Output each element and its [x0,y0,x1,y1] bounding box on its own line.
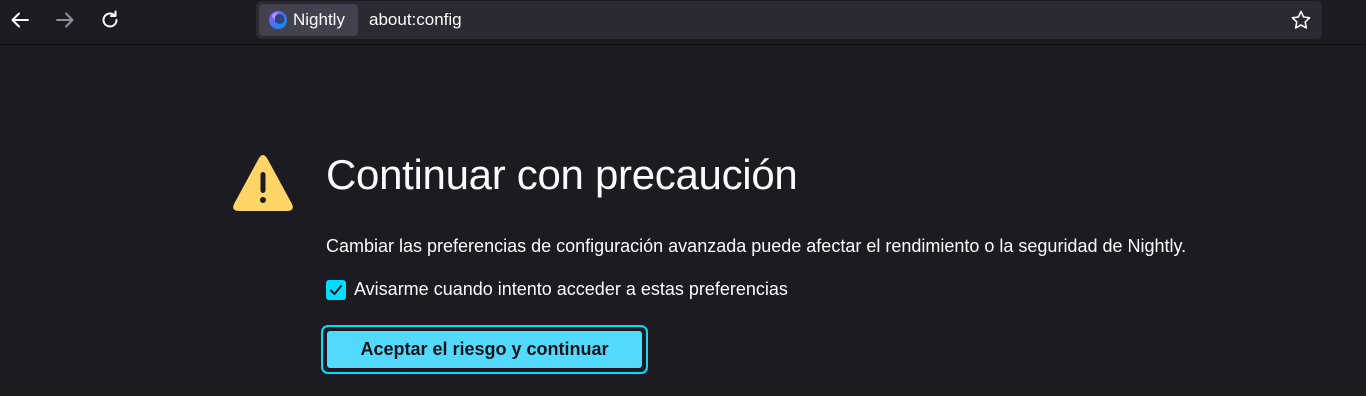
url-text[interactable]: about:config [369,10,462,30]
forward-button[interactable] [49,4,81,36]
star-icon[interactable] [1290,9,1312,31]
page-title: Continuar con precaución [326,151,798,198]
reload-button[interactable] [94,4,126,36]
back-button[interactable] [4,4,36,36]
warning-triangle-icon [233,155,293,211]
identity-box[interactable]: Nightly [259,4,358,36]
checkmark-icon [330,284,342,295]
nightly-logo-icon [269,11,287,29]
warning-checkbox-label[interactable]: Avisarme cuando intento acceder a estas … [354,279,788,300]
accept-risk-button[interactable]: Aceptar el riesgo y continuar [325,329,644,370]
arrow-right-icon [56,12,74,28]
arrow-left-icon [11,12,29,28]
warning-description: Cambiar las preferencias de configuració… [326,236,1187,256]
browser-toolbar: Nightly about:config [0,0,1366,45]
warning-checkbox[interactable] [326,279,346,300]
reload-icon [102,10,118,28]
url-bar[interactable]: Nightly about:config [256,1,1322,39]
warning-checkbox-row[interactable]: Avisarme cuando intento acceder a estas … [326,279,788,300]
identity-label: Nightly [293,10,345,29]
